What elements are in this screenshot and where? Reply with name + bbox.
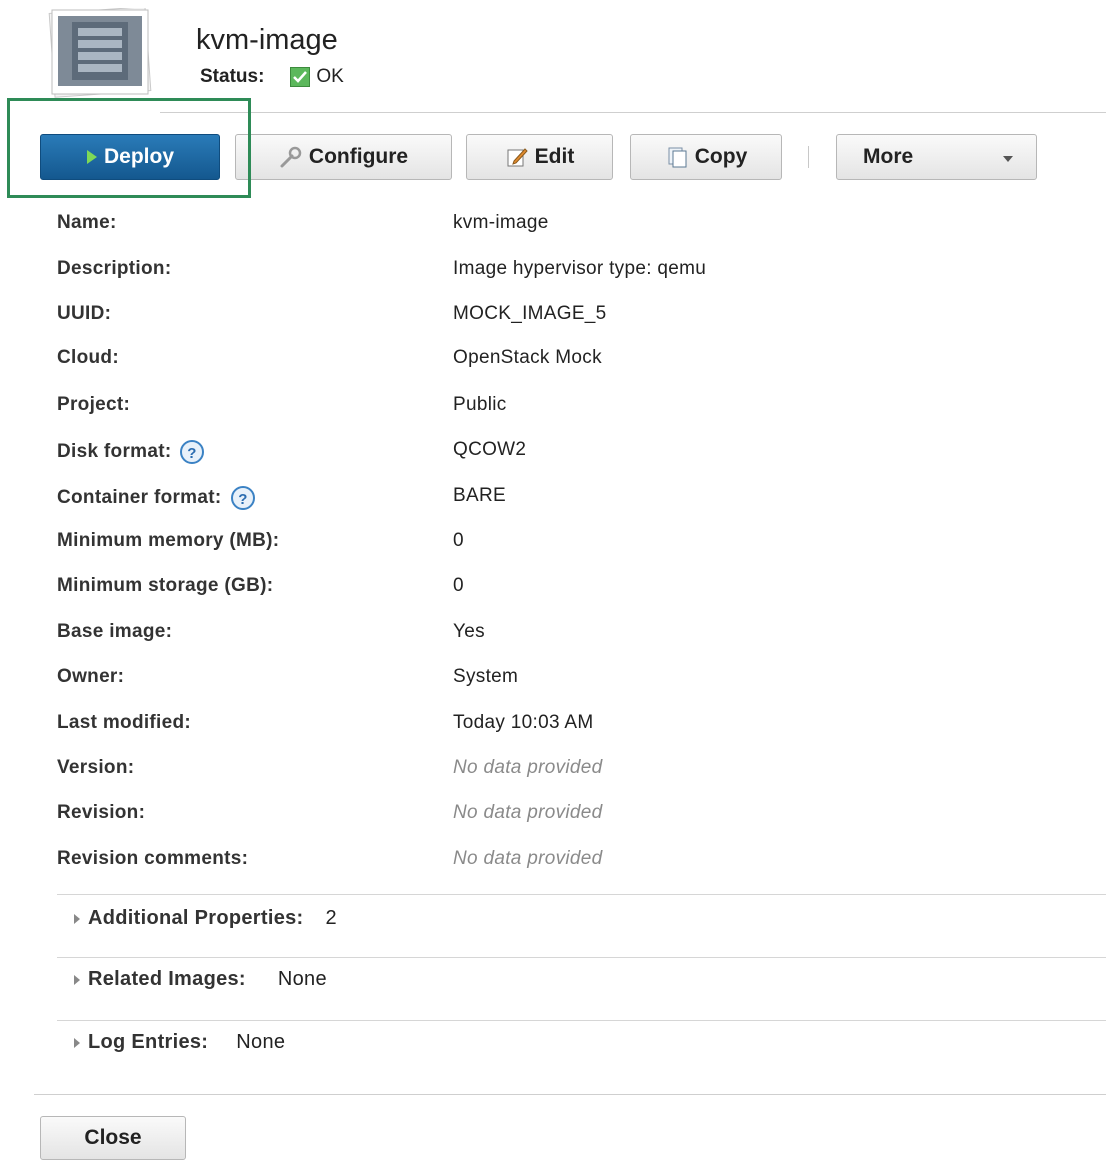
section-log-entries[interactable]: Log Entries: None [74,1031,285,1054]
property-label: Disk format: ? [57,439,205,465]
chevron-down-icon [1002,145,1014,169]
status-value: OK [316,66,344,87]
close-label: Close [84,1126,142,1149]
property-value: kvm-image [453,212,549,233]
help-icon[interactable]: ? [230,485,256,511]
property-label: UUID: [57,303,112,324]
property-value: BARE [453,485,506,506]
property-label: Base image: [57,621,173,642]
property-value: Public [453,394,507,415]
expand-arrow-icon [74,913,80,924]
server-image-icon [48,6,152,98]
property-row-min-memory: Minimum memory (MB): 0 [0,520,1106,560]
section-value: None [236,1031,286,1053]
edit-label: Edit [534,145,575,168]
expand-arrow-icon [74,1037,80,1048]
help-icon[interactable]: ? [179,439,205,465]
property-label-text: Container format: [57,487,222,508]
property-row-name: Name: kvm-image [0,202,1106,242]
property-value: Image hypervisor type: qemu [453,258,707,279]
status-row: Status: OK [200,66,344,88]
edit-button[interactable]: Edit [466,134,613,180]
image-thumbnail [46,6,154,98]
property-value: Today 10:03 AM [453,712,594,733]
property-row-revision: Revision: No data provided [0,792,1106,832]
svg-text:?: ? [188,445,197,462]
property-row-cloud: Cloud: OpenStack Mock [0,337,1106,377]
property-value: No data provided [453,802,603,823]
property-label: Name: [57,212,117,233]
property-row-version: Version: No data provided [0,747,1106,787]
property-label: Minimum memory (MB): [57,530,280,551]
footer-divider [34,1094,1106,1095]
property-row-owner: Owner: System [0,656,1106,696]
section-related-images[interactable]: Related Images: None [74,968,327,991]
property-value: 0 [453,575,464,596]
status-label: Status: [200,66,265,87]
property-value: Yes [453,621,485,642]
property-value: System [453,666,519,687]
section-value: None [277,968,327,990]
section-value: 2 [325,907,337,929]
deploy-highlight-box [7,98,251,198]
section-label: Log Entries: [88,1031,209,1053]
more-label: More [863,145,914,168]
configure-label: Configure [308,145,409,168]
copy-icon [665,145,689,169]
property-value: QCOW2 [453,439,527,460]
property-row-base-image: Base image: Yes [0,611,1106,651]
section-divider [57,1020,1106,1021]
property-label: Revision comments: [57,848,249,869]
wrench-icon [279,145,303,169]
property-row-uuid: UUID: MOCK_IMAGE_5 [0,293,1106,333]
property-value: MOCK_IMAGE_5 [453,303,607,324]
property-label: Revision: [57,802,146,823]
check-icon [290,67,311,87]
property-value: No data provided [453,848,603,869]
more-dropdown-button[interactable]: More [836,134,1037,180]
property-row-disk-format: Disk format: ? QCOW2 [0,429,1106,469]
section-label: Additional Properties: [88,907,304,929]
svg-text:?: ? [238,491,247,508]
property-label: Cloud: [57,347,119,368]
configure-button[interactable]: Configure [235,134,452,180]
close-button[interactable]: Close [40,1116,186,1160]
property-label: Last modified: [57,712,192,733]
property-label: Container format: ? [57,485,256,511]
section-divider [57,957,1106,958]
property-row-container-format: Container format: ? BARE [0,475,1106,515]
property-row-project: Project: Public [0,384,1106,424]
copy-label: Copy [694,145,748,168]
property-label-text: Disk format: [57,441,172,462]
section-divider [57,894,1106,895]
section-additional-properties[interactable]: Additional Properties: 2 [74,907,337,930]
property-label: Project: [57,394,131,415]
property-value: OpenStack Mock [453,347,602,368]
property-value: No data provided [453,757,603,778]
property-row-min-storage: Minimum storage (GB): 0 [0,565,1106,605]
property-label: Owner: [57,666,125,687]
property-label: Minimum storage (GB): [57,575,274,596]
toolbar-separator [808,146,809,168]
section-label: Related Images: [88,968,246,990]
expand-arrow-icon [74,974,80,985]
property-row-description: Description: Image hypervisor type: qemu [0,248,1106,288]
copy-button[interactable]: Copy [630,134,782,180]
pencil-icon [505,145,529,169]
property-label: Version: [57,757,135,778]
header-divider [160,112,1106,113]
property-label: Description: [57,258,172,279]
property-value: 0 [453,530,464,551]
property-row-revision-comments: Revision comments: No data provided [0,838,1106,878]
page-title: kvm-image [196,24,338,56]
property-row-last-modified: Last modified: Today 10:03 AM [0,702,1106,742]
